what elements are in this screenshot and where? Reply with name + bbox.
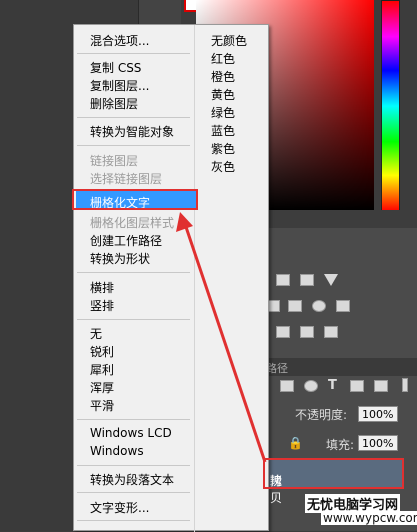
menu-separator <box>77 272 190 273</box>
menu-item-horizontal[interactable]: 横排 <box>90 279 114 296</box>
curves-icon[interactable] <box>276 274 290 286</box>
gradient-triangle-icon[interactable] <box>324 274 338 286</box>
exposure-icon[interactable] <box>300 274 314 286</box>
lock-icon[interactable]: 🔒 <box>288 436 303 450</box>
menu-item-blending-options[interactable]: 混合选项... <box>90 32 149 49</box>
watermark-url: www.wypcw.com <box>321 511 417 525</box>
fill-label: 填充: <box>326 438 355 452</box>
menu-column-divider <box>194 25 195 532</box>
menu-separator <box>77 53 190 54</box>
menu-item-aa-none[interactable]: 无 <box>90 325 102 342</box>
opacity-label: 不透明度: <box>295 408 348 422</box>
fill-input[interactable]: 100% <box>358 435 398 451</box>
filter-smart-icon[interactable] <box>374 380 388 392</box>
color-item-red[interactable]: 红色 <box>211 50 235 67</box>
menu-separator <box>77 117 190 118</box>
color-item-yellow[interactable]: 黄色 <box>211 86 235 103</box>
channel-mixer-icon[interactable] <box>312 300 326 312</box>
posterize-icon[interactable] <box>300 326 314 338</box>
paths-tab-label: 路径 <box>266 362 288 375</box>
menu-separator <box>77 492 190 493</box>
invert-icon[interactable] <box>276 326 290 338</box>
annotation-box-menu-item <box>72 189 198 210</box>
menu-item-windows[interactable]: Windows <box>90 444 144 458</box>
menu-item-convert-paragraph-text[interactable]: 转换为段落文本 <box>90 471 174 488</box>
menu-item-duplicate-layer[interactable]: 复制图层... <box>90 77 149 94</box>
hue-slider[interactable] <box>381 0 400 212</box>
menu-item-delete-layer[interactable]: 删除图层 <box>90 95 138 112</box>
menu-item-warp-text[interactable]: 文字变形... <box>90 499 149 516</box>
menu-item-aa-crisp[interactable]: 犀利 <box>90 361 114 378</box>
menu-item-convert-to-shape[interactable]: 转换为形状 <box>90 250 150 267</box>
menu-item-rasterize-layer-style: 栅格化图层样式 <box>90 216 175 230</box>
menu-item-link-layers: 链接图层 <box>90 154 139 168</box>
menu-item-windows-lcd[interactable]: Windows LCD <box>90 426 172 440</box>
layer-context-menu: 混合选项... 复制 CSS 复制图层... 删除图层 转换为智能对象 链接图层… <box>73 24 269 532</box>
menu-separator <box>77 465 190 466</box>
filter-type-icon[interactable]: T <box>328 378 337 393</box>
photo-filter-icon[interactable] <box>288 300 302 312</box>
opacity-input[interactable]: 100% <box>358 406 398 422</box>
menu-separator <box>77 145 190 146</box>
annotation-box-layer <box>263 458 404 489</box>
menu-item-aa-sharp[interactable]: 锐利 <box>90 343 114 360</box>
menu-item-vertical[interactable]: 竖排 <box>90 297 114 314</box>
watermark: 无忧电脑学习网 www.wypcw.com <box>305 494 417 531</box>
filter-image-icon[interactable] <box>280 380 294 392</box>
color-item-violet[interactable]: 紫色 <box>211 140 235 157</box>
menu-separator <box>77 319 190 320</box>
color-item-gray[interactable]: 灰色 <box>211 158 235 175</box>
menu-item-convert-smart-object[interactable]: 转换为智能对象 <box>90 123 174 140</box>
color-item-blue[interactable]: 蓝色 <box>211 122 235 139</box>
color-item-none[interactable]: 无颜色 <box>211 32 247 49</box>
color-item-green[interactable]: 绿色 <box>211 104 235 121</box>
menu-item-select-linked-layers: 选择链接图层 <box>90 172 163 186</box>
filter-adjustment-icon[interactable] <box>304 380 318 392</box>
menu-item-create-work-path[interactable]: 创建工作路径 <box>90 232 162 249</box>
threshold-icon[interactable] <box>324 326 338 338</box>
paths-tab[interactable]: 路径 <box>262 358 417 376</box>
menu-separator <box>77 520 190 521</box>
menu-item-copy-css[interactable]: 复制 CSS <box>90 59 141 76</box>
color-lookup-icon[interactable] <box>336 300 350 312</box>
menu-separator <box>77 419 190 420</box>
color-item-orange[interactable]: 橙色 <box>211 68 235 85</box>
menu-item-aa-strong[interactable]: 浑厚 <box>90 379 114 396</box>
filter-toggle-icon[interactable] <box>402 378 408 392</box>
filter-shape-icon[interactable] <box>350 380 364 392</box>
menu-item-aa-smooth[interactable]: 平滑 <box>90 397 114 414</box>
